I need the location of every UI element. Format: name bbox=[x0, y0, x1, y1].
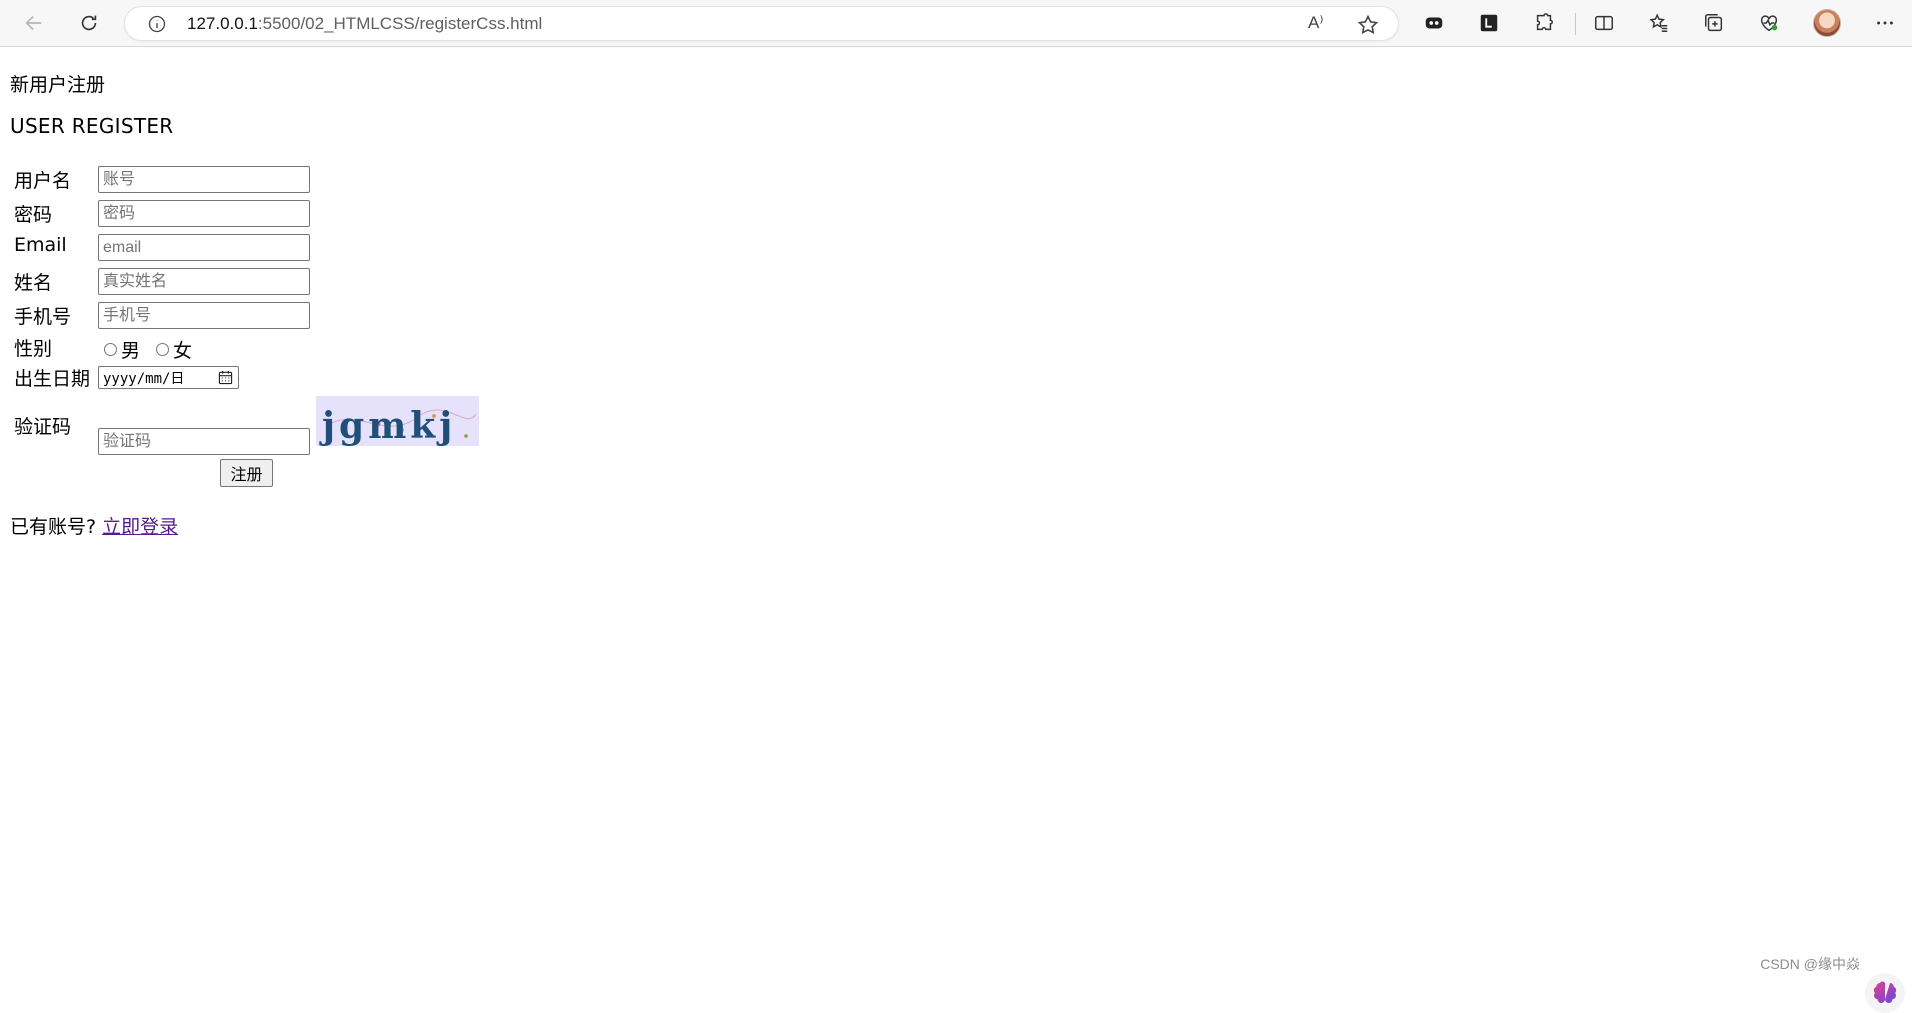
gender-male-label: 男 bbox=[121, 340, 141, 362]
heart-pulse-icon bbox=[1760, 15, 1778, 32]
gender-female-option[interactable]: 女 bbox=[156, 336, 192, 363]
extensions-button[interactable] bbox=[1527, 7, 1561, 39]
name-input[interactable] bbox=[98, 268, 310, 295]
gender-female-radio[interactable] bbox=[156, 343, 169, 356]
assistant-floating-button[interactable] bbox=[1865, 973, 1905, 1013]
collections-icon bbox=[1705, 14, 1723, 32]
calendar-icon[interactable] bbox=[218, 370, 233, 385]
address-bar[interactable]: 127.0.0.1:5500/02_HTMLCSS/registerCss.ht… bbox=[124, 6, 1399, 41]
captcha-label: 验证码 bbox=[14, 416, 72, 438]
captcha-noise-graphic: jgmkj bbox=[319, 405, 477, 446]
brain-icon bbox=[1873, 981, 1897, 1003]
csdn-watermark: CSDN @缘中焱 bbox=[1760, 956, 1860, 972]
url-host: 127.0.0.1 bbox=[187, 14, 258, 33]
birthday-label: 出生日期 bbox=[14, 368, 91, 390]
captcha-image[interactable]: jgmkj bbox=[316, 396, 479, 446]
extension-l-button[interactable] bbox=[1472, 7, 1506, 39]
profile-avatar[interactable] bbox=[1813, 9, 1841, 37]
arrow-left-icon bbox=[25, 15, 42, 31]
puzzle-icon bbox=[1536, 13, 1553, 31]
favorite-star-icon[interactable] bbox=[1356, 13, 1380, 37]
refresh-button[interactable] bbox=[72, 7, 106, 39]
phone-label: 手机号 bbox=[14, 306, 72, 328]
gender-male-option[interactable]: 男 bbox=[104, 336, 140, 363]
username-input[interactable] bbox=[98, 166, 310, 193]
username-label: 用户名 bbox=[14, 170, 72, 192]
url-path: :5500/02_HTMLCSS/registerCss.html bbox=[257, 14, 543, 33]
password-input[interactable] bbox=[98, 200, 310, 227]
split-screen-icon bbox=[1595, 15, 1613, 31]
captcha-input[interactable] bbox=[98, 428, 310, 455]
name-label: 姓名 bbox=[14, 272, 53, 294]
birthday-value: yyyy/mm/日 bbox=[103, 371, 185, 387]
collections-button[interactable] bbox=[1697, 7, 1731, 39]
page-title-en: USER REGISTER bbox=[10, 114, 174, 138]
email-input[interactable] bbox=[98, 234, 310, 261]
extension-game-button[interactable] bbox=[1417, 7, 1451, 39]
login-prompt: 已有账号? 立即登录 bbox=[10, 512, 178, 539]
password-label: 密码 bbox=[14, 204, 53, 226]
favorites-list-icon bbox=[1649, 13, 1668, 32]
info-icon[interactable] bbox=[147, 14, 167, 34]
login-link[interactable]: 立即登录 bbox=[102, 516, 178, 538]
refresh-icon bbox=[81, 15, 97, 31]
split-screen-button[interactable] bbox=[1587, 7, 1621, 39]
more-menu-button[interactable] bbox=[1868, 7, 1902, 39]
phone-input[interactable] bbox=[98, 302, 310, 329]
login-prompt-text: 已有账号? bbox=[10, 516, 97, 538]
register-button[interactable]: 注册 bbox=[220, 459, 273, 487]
birthday-input[interactable]: yyyy/mm/日 bbox=[98, 366, 239, 389]
favorites-button[interactable] bbox=[1642, 7, 1676, 39]
browser-essentials-button[interactable] bbox=[1752, 7, 1786, 39]
gender-label: 性别 bbox=[14, 338, 53, 360]
gamepad-icon bbox=[1425, 17, 1443, 29]
back-button[interactable] bbox=[17, 7, 51, 39]
email-label: Email bbox=[14, 234, 67, 256]
page-title-cn: 新用户注册 bbox=[10, 74, 106, 96]
more-dots-icon bbox=[1877, 21, 1893, 25]
toolbar-separator bbox=[1575, 13, 1576, 35]
gender-female-label: 女 bbox=[173, 340, 193, 362]
url-text[interactable]: 127.0.0.1:5500/02_HTMLCSS/registerCss.ht… bbox=[187, 14, 542, 34]
page-content: 新用户注册 USER REGISTER 用户名 密码 Email 姓名 手机号 … bbox=[0, 48, 1912, 1013]
gender-male-radio[interactable] bbox=[104, 343, 117, 356]
captcha-text: jgmkj bbox=[319, 405, 456, 446]
browser-toolbar: 127.0.0.1:5500/02_HTMLCSS/registerCss.ht… bbox=[0, 0, 1912, 47]
letter-l-icon bbox=[1480, 14, 1498, 32]
read-aloud-icon[interactable]: A⁾ bbox=[1308, 13, 1332, 35]
